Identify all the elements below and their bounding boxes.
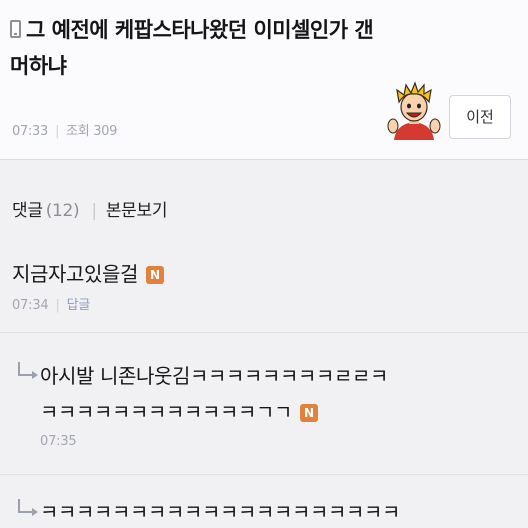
tab-separator: | [91,201,97,221]
new-badge: N [300,404,318,422]
post-header: 그 예전에 케팝스타나왔던 이미셀인가 갠 머하냐 07:33 | 조회 309 [0,0,528,160]
reply-item: ㅋㅋㅋㅋㅋㅋㅋㅋㅋㅋㅋㅋㅋㅋㅋㅋㅋㅋㅋㅋ [40,494,400,528]
avatar[interactable] [386,80,442,140]
meta-separator: | [54,124,60,139]
reply-body-line2: ㅋㅋㅋㅋㅋㅋㅋㅋㅋㅋㅋㅋㄱㄱ [40,400,292,424]
comment-body: 지금자고있을걸 [12,262,138,286]
tab-comments-label: 댓글 [12,201,43,221]
reply-item: 아시발 니존나웃김ㅋㅋㅋㅋㅋㅋㅋㅋㄹㄹㅋ ㅋㅋㅋㅋㅋㅋㅋㅋㅋㅋㅋㅋㄱㄱ N 07:… [40,358,388,449]
comment-meta: 07:34 | 답글 [12,294,164,313]
prev-button[interactable]: 이전 [449,95,511,139]
post-views: 조회 309 [66,124,118,139]
post-title-line1: 그 예전에 케팝스타나왔던 이미셀인가 갠 [26,18,374,42]
reply-link[interactable]: 답글 [67,298,91,313]
new-badge: N [146,266,164,284]
divider [0,474,528,475]
comment-tabs: 댓글 (12) | 본문보기 [12,196,168,221]
mobile-icon [10,20,21,38]
divider [0,332,528,333]
reply-arrow-icon [18,362,38,379]
post-time: 07:33 [12,124,48,139]
app-screen: 그 예전에 케팝스타나왔던 이미셀인가 갠 머하냐 07:33 | 조회 309 [0,0,528,528]
post-meta: 07:33 | 조회 309 [12,120,117,139]
comment-time: 07:34 [12,298,49,313]
reply-text-line1: ㅋㅋㅋㅋㅋㅋㅋㅋㅋㅋㅋㅋㅋㅋㅋㅋㅋㅋㅋㅋ [40,500,400,524]
reply-text-line1: 아시발 니존나웃김ㅋㅋㅋㅋㅋㅋㅋㅋㄹㄹㅋ [40,364,388,388]
tab-comments[interactable]: 댓글 (12) [12,201,80,221]
reply-arrow-icon [18,499,38,516]
comment-text: 지금자고있을걸 N [12,256,164,292]
reply-text-line2: ㅋㅋㅋㅋㅋㅋㅋㅋㅋㅋㅋㅋㄱㄱ N [40,394,388,430]
tab-view-post[interactable]: 본문보기 [106,201,168,221]
post-title-line2: 머하냐 [10,54,67,78]
comment-count: (12) [45,201,80,221]
post-title: 그 예전에 케팝스타나왔던 이미셀인가 갠 머하냐 [10,12,505,84]
comment-item: 지금자고있을걸 N 07:34 | 답글 [12,256,164,313]
meta-separator: | [55,298,60,313]
reply-time: 07:35 [40,434,77,449]
